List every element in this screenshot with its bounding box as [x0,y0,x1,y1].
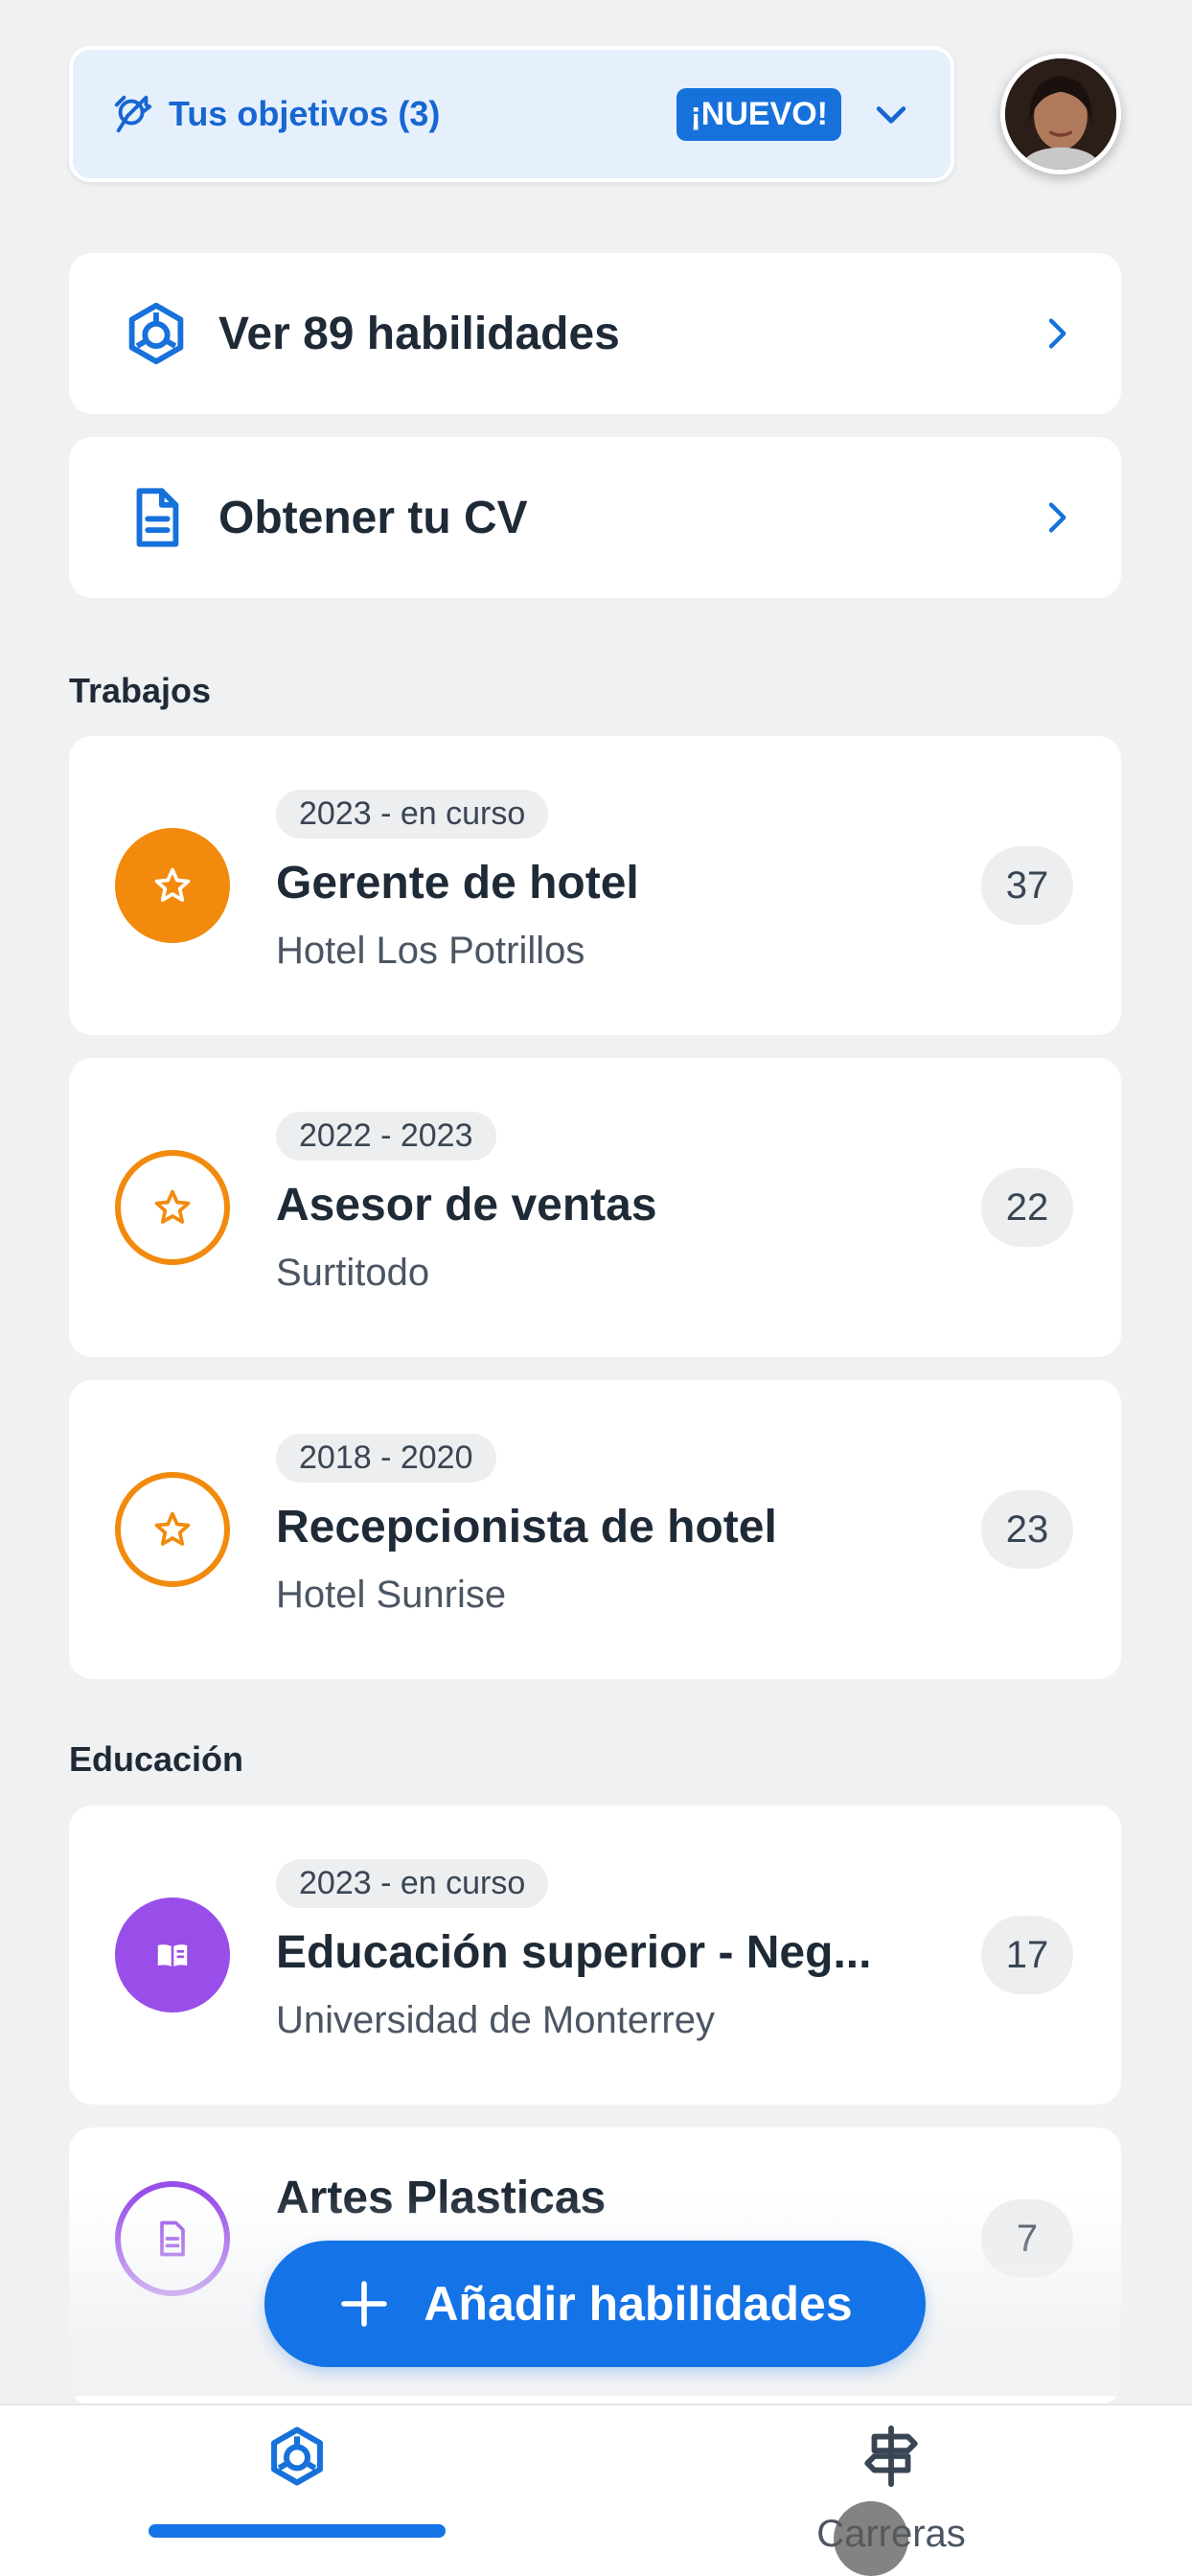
star-icon [154,867,191,902]
nav-tab-skills[interactable] [149,2405,446,2576]
chevron-right-icon [1048,318,1066,349]
goals-dropdown[interactable]: Tus objetivos (3) ¡NUEVO! [69,46,954,182]
jobs-section-title: Trabajos [69,671,212,710]
job-card[interactable]: 2022 - 2023 Asesor de ventas Surtitodo 2… [69,1058,1121,1357]
document-icon [136,488,179,547]
job-badge [115,1150,230,1265]
add-skills-label: Añadir habilidades [424,2277,853,2331]
book-icon [155,1942,190,1970]
skills-count-badge: 22 [981,1168,1073,1247]
education-institution: Universidad de Monterrey [276,1999,715,2041]
goals-label: Tus objetivos (3) [169,94,441,133]
active-tab-indicator [149,2524,446,2538]
skills-hex-icon [128,302,184,365]
skills-hex-icon [271,2426,323,2486]
education-section-title: Educación [69,1739,244,1779]
education-title: Educación superior - Neg... [276,1927,872,1978]
touch-indicator [834,2501,908,2576]
skills-count-badge: 23 [981,1490,1073,1569]
skills-link-label: Ver 89 habilidades [218,308,620,359]
star-icon [154,1189,191,1224]
skills-link-card[interactable]: Ver 89 habilidades [69,253,1121,414]
job-employer: Hotel Sunrise [276,1574,507,1616]
bottom-navigation: Carreras [0,2404,1192,2576]
date-chip: 2022 - 2023 [276,1112,496,1161]
cv-link-label: Obtener tu CV [218,492,528,543]
chevron-right-icon [1048,502,1066,533]
cv-link-card[interactable]: Obtener tu CV [69,437,1121,598]
job-title: Gerente de hotel [276,858,639,908]
add-skills-button[interactable]: Añadir habilidades [264,2241,926,2367]
education-card[interactable]: 2023 - en curso Educación superior - Neg… [69,1806,1121,2104]
date-chip: 2023 - en curso [276,790,549,839]
profile-photo [1005,58,1116,170]
education-badge [115,1898,230,2012]
job-employer: Surtitodo [276,1252,430,1294]
job-badge [115,828,230,943]
signpost-icon [864,2425,918,2488]
star-icon [154,1511,191,1546]
job-title: Recepcionista de hotel [276,1502,777,1552]
avatar[interactable] [1000,54,1121,174]
job-card[interactable]: 2018 - 2020 Recepcionista de hotel Hotel… [69,1380,1121,1679]
plus-icon [341,2281,388,2327]
date-chip: 2018 - 2020 [276,1434,496,1483]
goal-target-icon [114,95,152,133]
new-badge: ¡NUEVO! [676,87,841,141]
date-chip: 2023 - en curso [276,1859,549,1908]
skills-count-badge: 17 [981,1916,1073,1994]
skills-count-badge: 37 [981,846,1073,925]
chevron-down-icon [876,106,906,124]
job-badge [115,1472,230,1587]
job-title: Asesor de ventas [276,1180,657,1230]
job-card[interactable]: 2023 - en curso Gerente de hotel Hotel L… [69,736,1121,1035]
job-employer: Hotel Los Potrillos [276,930,585,972]
